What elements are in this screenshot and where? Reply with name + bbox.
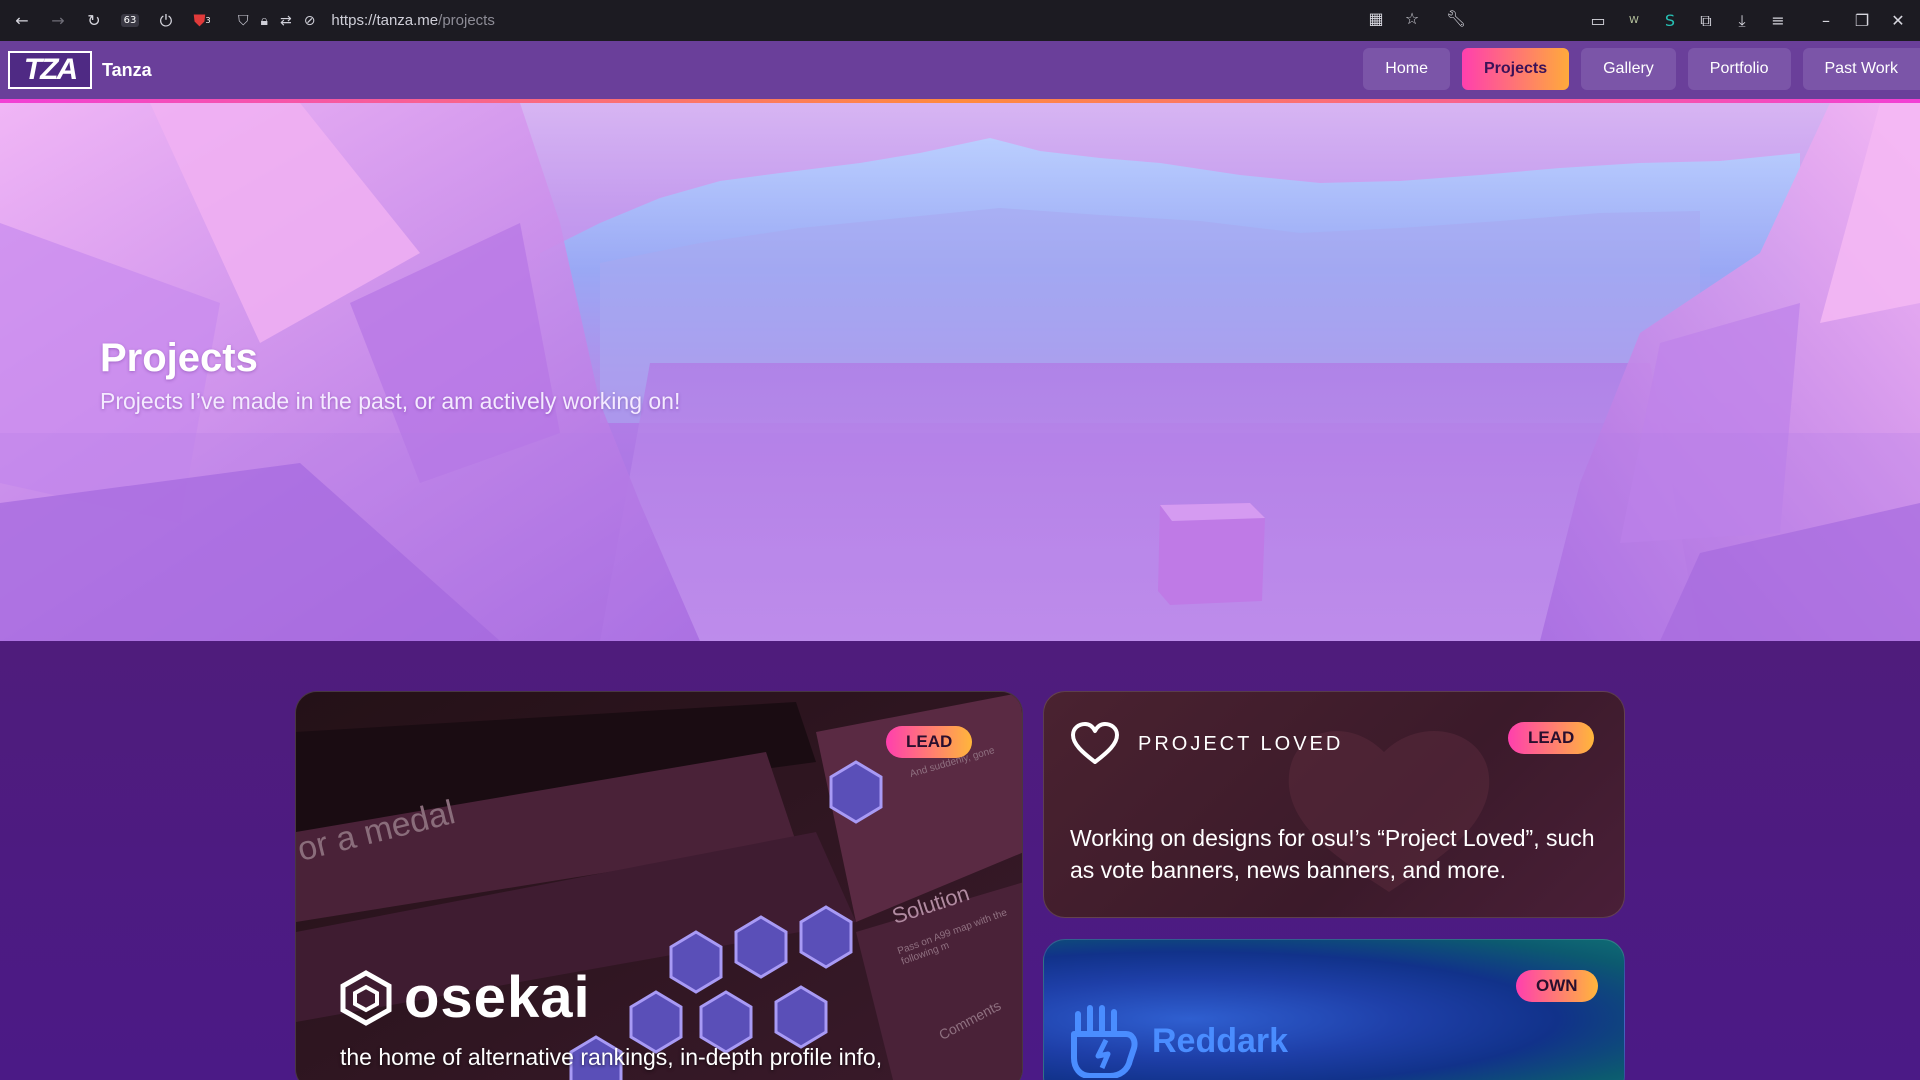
forward-icon[interactable]: → xyxy=(44,7,72,35)
wise-extension-icon[interactable]: W xyxy=(1620,7,1648,35)
extensions-icon[interactable]: ⧉ xyxy=(1692,7,1720,35)
loved-header: PROJECT LOVED xyxy=(1070,722,1343,766)
nav-projects[interactable]: Projects xyxy=(1461,48,1570,90)
reload-icon[interactable]: ↻ xyxy=(80,7,108,35)
tabs-counter-icon[interactable]: 63 xyxy=(116,7,144,35)
page-title: Projects xyxy=(100,336,258,380)
close-icon[interactable]: ✕ xyxy=(1884,7,1912,35)
osekai-lead-badge: LEAD xyxy=(886,726,973,758)
back-icon[interactable]: ← xyxy=(8,7,36,35)
reddark-title: Reddark xyxy=(1152,1021,1289,1060)
reader-icon[interactable]: ▭ xyxy=(1584,7,1612,35)
download-icon[interactable]: ⤓ xyxy=(1728,7,1756,35)
projects-grid: or a medal Solution Pass on A99 map with… xyxy=(0,641,1920,1080)
page-subtitle: Projects I’ve made in the past, or am ac… xyxy=(100,388,681,414)
hero-landscape-art xyxy=(0,103,1920,641)
skype-extension-icon[interactable]: S xyxy=(1656,7,1684,35)
menu-icon[interactable]: ≡ xyxy=(1764,7,1792,35)
url-text[interactable]: https://tanza.me/projects xyxy=(331,12,494,29)
reddark-logo: Reddark xyxy=(1070,1004,1288,1078)
osekai-hexagon-icon xyxy=(340,969,392,1026)
minimize-icon[interactable]: – xyxy=(1812,7,1840,35)
lock-icon[interactable]: 🔒︎ xyxy=(261,13,268,29)
osekai-logo: osekai xyxy=(340,964,591,1031)
shield-icon[interactable]: ⛉ xyxy=(238,13,249,29)
wrench-icon[interactable]: 🔧︎ xyxy=(1442,4,1470,32)
permissions-icon[interactable]: ⇄ xyxy=(280,13,292,29)
nav-gallery[interactable]: Gallery xyxy=(1581,48,1676,90)
grid-icon[interactable]: ▦ xyxy=(1362,4,1390,32)
loved-title: PROJECT LOVED xyxy=(1138,732,1344,755)
project-card-osekai[interactable]: or a medal Solution Pass on A99 map with… xyxy=(295,691,1023,1080)
site-header: TZA Tanza Home Projects Gallery Portfoli… xyxy=(0,41,1920,103)
nav-home[interactable]: Home xyxy=(1363,48,1450,90)
url-host: https://tanza.me xyxy=(331,12,439,29)
nav-past-work[interactable]: Past Work xyxy=(1802,48,1920,90)
browser-toolbar: ← → ↻ 63 ⏻ ⛊ 3 ⛉ 🔒︎ ⇄ ⊘ https://tanza.me/… xyxy=(0,0,1920,41)
osekai-wordmark: osekai xyxy=(404,965,591,1030)
tracking-icon[interactable]: ⊘ xyxy=(304,13,316,29)
osekai-description: the home of alternative rankings, in-dep… xyxy=(340,1044,883,1070)
project-card-loved[interactable]: PROJECT LOVED LEAD Working on designs fo… xyxy=(1043,691,1625,918)
project-card-reddark[interactable]: OWN Reddark xyxy=(1043,939,1625,1080)
ublock-icon[interactable]: ⛊ 3 xyxy=(188,7,216,35)
site-logo[interactable]: TZA xyxy=(8,51,92,89)
url-path: /projects xyxy=(438,12,495,29)
brand-name[interactable]: Tanza xyxy=(102,60,152,81)
loved-description: Working on designs for osu!’s “Project L… xyxy=(1070,825,1595,883)
url-bar[interactable]: ⛉ 🔒︎ ⇄ ⊘ https://tanza.me/projects xyxy=(228,4,1458,37)
main-nav: Home Projects Gallery Portfolio Past Wor… xyxy=(1363,48,1920,90)
loved-lead-badge: LEAD xyxy=(1508,722,1595,754)
reddark-own-badge: OWN xyxy=(1516,970,1598,1002)
heart-icon xyxy=(1071,722,1119,764)
star-icon[interactable]: ☆ xyxy=(1398,4,1426,32)
power-icon[interactable]: ⏻ xyxy=(152,7,180,35)
hero-banner: Projects Projects I’ve made in the past,… xyxy=(0,103,1920,641)
raised-fist-icon xyxy=(1071,1005,1138,1078)
restore-icon[interactable]: ❐ xyxy=(1848,7,1876,35)
nav-portfolio[interactable]: Portfolio xyxy=(1687,48,1791,90)
